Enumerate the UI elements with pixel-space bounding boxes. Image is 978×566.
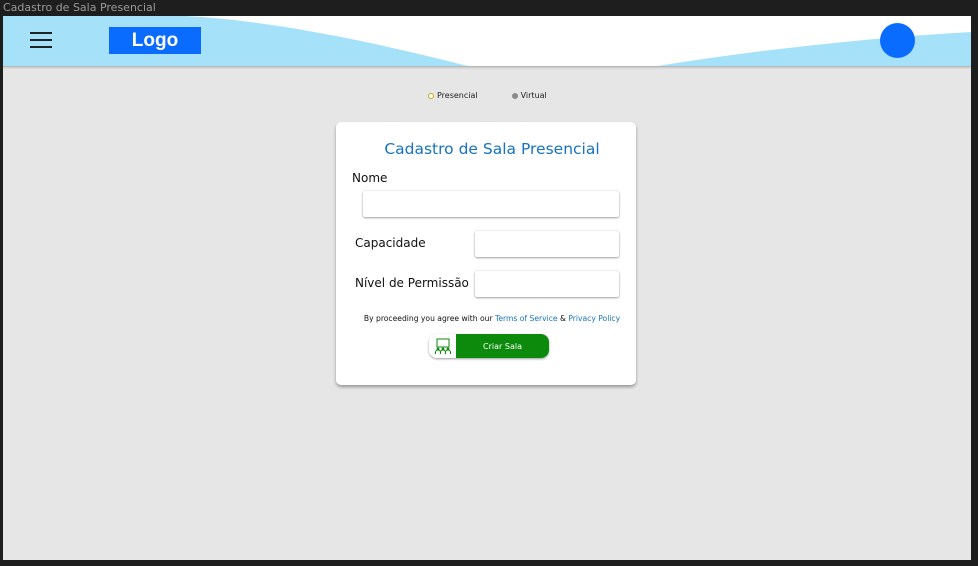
terms-joiner: &: [557, 314, 569, 323]
radio-presencial[interactable]: Presencial: [428, 91, 478, 100]
criar-sala-button[interactable]: Criar Sala: [429, 334, 549, 358]
window-title: Cadastro de Sala Presencial: [3, 1, 156, 14]
privacy-policy-link[interactable]: Privacy Policy: [568, 314, 620, 323]
capacidade-label: Capacidade: [355, 236, 426, 250]
logo: Logo: [109, 27, 201, 54]
capacidade-input[interactable]: [475, 231, 619, 257]
permissao-label: Nível de Permissão: [355, 276, 469, 290]
terms-prefix: By proceeding you agree with our: [363, 314, 495, 323]
nome-input[interactable]: [363, 191, 619, 217]
classroom-icon: [429, 334, 456, 358]
permissao-input[interactable]: [475, 271, 619, 297]
hamburger-menu-icon[interactable]: [30, 32, 52, 49]
nome-label: Nome: [352, 171, 388, 185]
radio-virtual[interactable]: Virtual: [511, 91, 547, 100]
terms-of-service-link[interactable]: Terms of Service: [495, 314, 558, 323]
mode-selector: Presencial Virtual: [428, 91, 547, 100]
criar-sala-label: Criar Sala: [456, 334, 549, 358]
radio-virtual-label: Virtual: [520, 91, 547, 100]
app-frame: Logo Presencial Virtual Cadastro de Sala…: [3, 16, 971, 560]
header: Logo: [3, 16, 971, 67]
radio-presencial-label: Presencial: [437, 91, 478, 100]
terms-notice: By proceeding you agree with our Terms o…: [336, 314, 648, 323]
radio-selected-icon: [428, 92, 434, 99]
form-title: Cadastro de Sala Presencial: [384, 140, 600, 158]
user-avatar[interactable]: [880, 23, 915, 58]
form-card: Cadastro de Sala Presencial Nome Capacid…: [336, 122, 636, 385]
radio-unselected-icon: [511, 92, 518, 99]
